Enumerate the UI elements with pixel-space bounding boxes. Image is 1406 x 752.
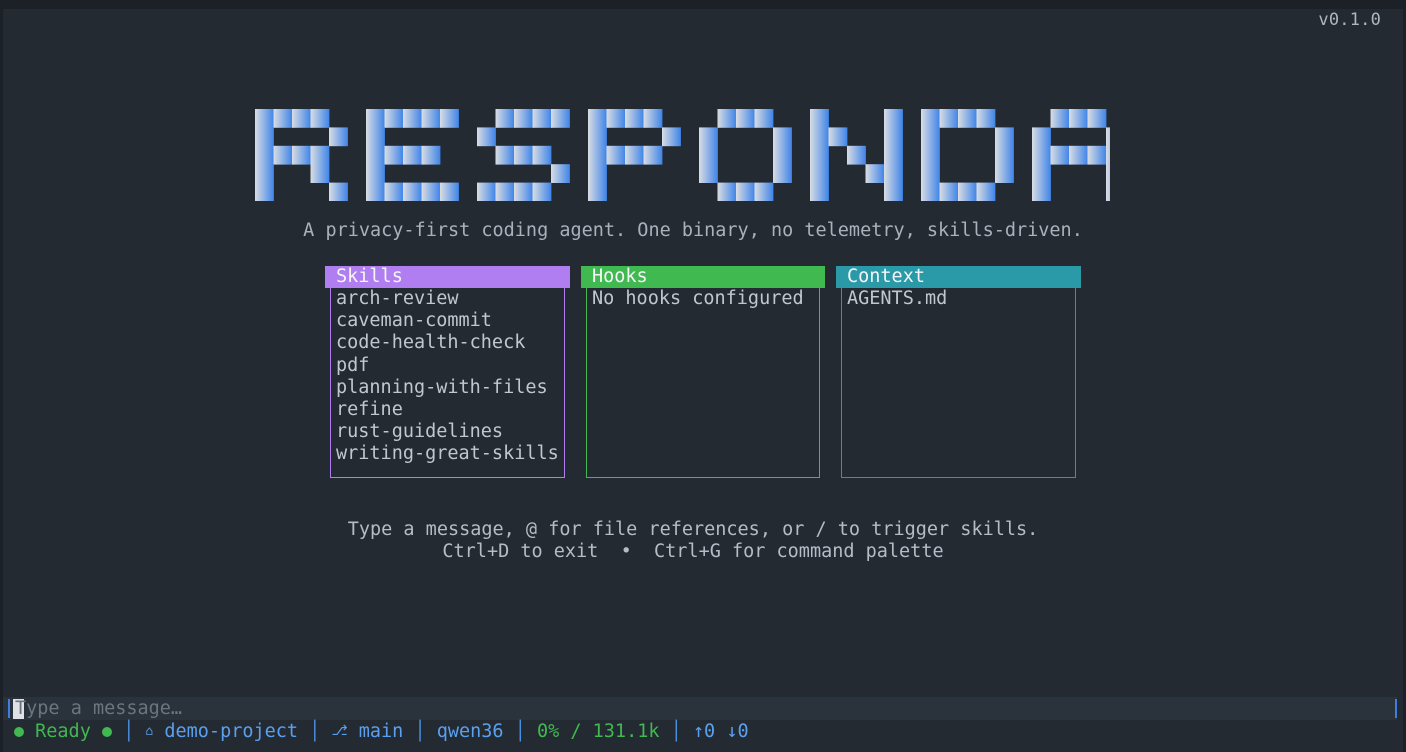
input-right-edge: [1395, 699, 1397, 718]
skill-item[interactable]: planning-with-files: [336, 377, 559, 399]
divider: │: [503, 721, 537, 742]
skill-item[interactable]: arch-review: [336, 288, 559, 310]
skills-panel-title: Skills: [325, 266, 570, 288]
app-logo: [255, 109, 1110, 201]
context-panel-title: Context: [836, 266, 1081, 288]
context-file-item[interactable]: AGENTS.md: [847, 288, 947, 310]
skill-item[interactable]: rust-guidelines: [336, 421, 559, 443]
context-usage: 0% / 131.1k: [536, 721, 660, 742]
skill-item[interactable]: caveman-commit: [336, 310, 559, 332]
skill-item[interactable]: writing-great-skills: [336, 443, 559, 465]
folder-icon: ⌂: [145, 724, 154, 739]
skill-item[interactable]: code-health-check: [336, 332, 559, 354]
status-bar: Ready │ ⌂ demo-project │ ⎇ main │ qwen36…: [14, 720, 749, 743]
divider: │: [403, 721, 437, 742]
context-list: AGENTS.md: [847, 288, 947, 310]
status-dot-icon: [101, 726, 112, 737]
status-ready-label: Ready: [35, 721, 91, 742]
project-name[interactable]: demo-project: [164, 720, 298, 743]
hooks-empty-message: No hooks configured: [592, 288, 804, 309]
tagline: A privacy-first coding agent. One binary…: [303, 220, 1083, 241]
divider: │: [298, 721, 332, 742]
help-text-line-2: Ctrl+D to exit • Ctrl+G for command pale…: [442, 541, 944, 562]
divider: │: [111, 721, 146, 742]
hooks-list: No hooks configured: [592, 288, 804, 310]
token-counter: ↑0 ↓0: [692, 721, 749, 742]
divider: │: [659, 721, 693, 742]
model-name[interactable]: qwen36: [437, 720, 504, 743]
version-label: v0.1.0: [1318, 10, 1381, 30]
skill-item[interactable]: refine: [336, 399, 559, 421]
hooks-panel-title: Hooks: [581, 266, 825, 288]
help-text-line-1: Type a message, @ for file references, o…: [347, 519, 1039, 540]
git-branch-icon: ⎇: [331, 723, 348, 739]
skills-list: arch-review caveman-commit code-health-c…: [336, 288, 559, 466]
skill-item[interactable]: pdf: [336, 355, 559, 377]
status-dot-icon: [14, 726, 24, 737]
message-input[interactable]: [15, 697, 1375, 720]
skills-panel: Skills arch-review caveman-commit code-h…: [325, 266, 570, 478]
input-left-edge: [8, 699, 10, 718]
branch-name[interactable]: main: [359, 720, 404, 743]
hooks-panel: Hooks No hooks configured: [581, 266, 825, 478]
message-input-bar: [3, 697, 1397, 720]
context-panel: Context AGENTS.md: [836, 266, 1081, 478]
